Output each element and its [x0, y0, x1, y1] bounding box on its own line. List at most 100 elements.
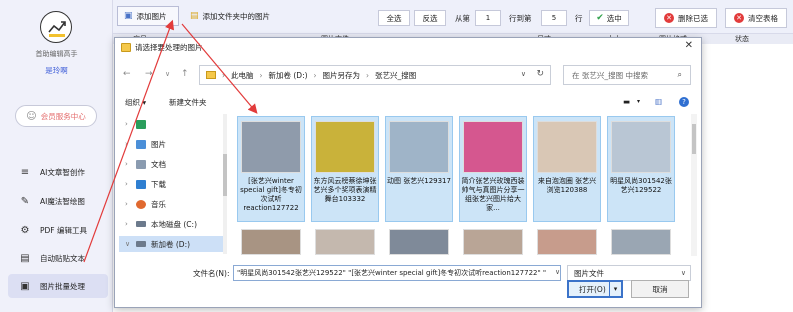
- help-icon[interactable]: ?: [679, 97, 689, 107]
- file-name: [张艺兴winter special gift]冬专初次试听reaction12…: [240, 177, 302, 212]
- organize-menu[interactable]: 组织 ▾: [125, 97, 146, 108]
- open-dropdown-icon[interactable]: ▾: [609, 282, 621, 296]
- chevron-down-icon: ∨: [680, 269, 686, 277]
- tree-item-drive-c[interactable]: › 本地磁盘 (C:): [119, 216, 223, 232]
- image-thumbnail: [389, 121, 449, 173]
- nav-auto-paste[interactable]: ▤ 自动贴贴文本: [18, 250, 85, 266]
- delete-icon: ✕: [664, 13, 674, 23]
- file-item[interactable]: [385, 226, 453, 256]
- chevron-down-icon[interactable]: ∨: [521, 70, 526, 78]
- file-item[interactable]: 动图 张艺兴129317: [385, 116, 453, 222]
- nav-label: 自动贴贴文本: [40, 253, 85, 263]
- nav-ai-draw[interactable]: ✎ AI魔法智绘图: [18, 193, 85, 209]
- forward-icon[interactable]: →: [145, 69, 153, 79]
- address-row: ← → ∨ ↑ › 此电脑 › 新加卷 (D:) › 图片另存为 › 张艺兴_搜…: [115, 63, 701, 87]
- nav-label: AI魔法智绘图: [40, 196, 85, 206]
- nav-pdf-tools[interactable]: ⚙ PDF 编辑工具: [18, 222, 87, 238]
- clear-table-button[interactable]: ✕ 清空表格: [725, 8, 787, 28]
- file-name: 明星风尚301542张艺兴129522: [610, 177, 672, 194]
- navigation-tree: › › 图片 › 文档 › 下载 › 音乐 › 本地磁盘 (C:) ∨ 新加卷 …: [119, 114, 227, 254]
- up-icon[interactable]: ↑: [181, 69, 189, 79]
- from-label: 从第: [455, 14, 470, 23]
- file-type-select[interactable]: 图片文件 ∨: [567, 265, 691, 281]
- tree-item-cloud[interactable]: ›: [119, 116, 223, 132]
- add-folder-images-button[interactable]: ▤ 添加文件夹中的图片: [183, 6, 295, 26]
- file-name-input[interactable]: "明星风尚301542张艺兴129522" "[张艺兴winter specia…: [233, 265, 561, 281]
- preview-pane-icon[interactable]: ▥: [655, 97, 662, 106]
- file-item[interactable]: [459, 226, 527, 256]
- add-image-button[interactable]: ▣ 添加图片: [117, 6, 179, 26]
- image-icon: ▣: [20, 280, 30, 292]
- dialog-title-text: 请选择要处理的图片: [135, 43, 203, 52]
- tree-item-label: 图片: [151, 139, 166, 149]
- view-icon[interactable]: ▬: [623, 97, 630, 106]
- path-segment[interactable]: 张艺兴_搜图: [375, 70, 416, 81]
- nav-image-batch[interactable]: ▣ 图片批量处理: [8, 274, 108, 298]
- image-thumbnail: [537, 121, 597, 173]
- from-row-input[interactable]: 1: [475, 10, 501, 26]
- to-row-input[interactable]: 5: [541, 10, 567, 26]
- delete-selected-button[interactable]: ✕ 删除已选: [655, 8, 717, 28]
- file-item[interactable]: 明星风尚301542张艺兴129522: [607, 116, 675, 222]
- tree-item-drive-d[interactable]: ∨ 新加卷 (D:): [119, 236, 223, 252]
- file-item[interactable]: 来自泡泡圈 张艺兴 浏览120388: [533, 116, 601, 222]
- file-type-value: 图片文件: [574, 268, 604, 278]
- nav-ai-article[interactable]: ≡ AI文章智创作: [18, 164, 85, 180]
- row-label: 行: [575, 14, 583, 23]
- row-to-label: 行到第: [509, 14, 532, 23]
- search-input[interactable]: 在 张艺兴_搜图 中搜索 ⌕: [563, 65, 691, 85]
- pictures-icon: [136, 139, 146, 149]
- back-icon[interactable]: ←: [123, 69, 131, 79]
- cancel-button[interactable]: 取消: [631, 280, 689, 298]
- image-thumbnail: [463, 229, 523, 255]
- add-image-label: 添加图片: [136, 11, 167, 21]
- chevron-down-icon[interactable]: ∨: [555, 268, 560, 276]
- select-all-button[interactable]: 全选: [378, 10, 410, 26]
- tree-item-documents[interactable]: › 文档: [119, 156, 223, 172]
- col-status: 状态: [735, 35, 749, 43]
- file-item[interactable]: [533, 226, 601, 256]
- tree-item-downloads[interactable]: › 下载: [119, 176, 223, 192]
- path-segment[interactable]: 新加卷 (D:): [269, 70, 308, 81]
- refresh-icon[interactable]: ↻: [536, 69, 544, 79]
- add-folder-label: 添加文件夹中的图片: [202, 11, 271, 21]
- tree-item-music[interactable]: › 音乐: [119, 196, 223, 212]
- chevron-right-icon: ›: [125, 160, 128, 168]
- list-icon: ≡: [20, 166, 30, 178]
- file-item[interactable]: 东方风云榜蔡徐坤张艺兴多个奖项表演精舞台103332: [311, 116, 379, 222]
- download-icon: [136, 179, 146, 189]
- delete-label: 删除已选: [678, 13, 708, 23]
- invert-selection-button[interactable]: 反选: [414, 10, 446, 26]
- member-center-label: 会员服务中心: [40, 111, 86, 121]
- history-dropdown-icon[interactable]: ∨: [165, 70, 170, 78]
- new-folder-button[interactable]: 新建文件夹: [169, 97, 207, 108]
- tree-item-pictures[interactable]: › 图片: [119, 136, 223, 152]
- path-separator: ›: [259, 70, 263, 80]
- file-name: 动图 张艺兴129317: [387, 177, 451, 185]
- gear-icon: ⚙: [20, 224, 30, 236]
- tree-scrollbar[interactable]: [223, 114, 227, 254]
- select-label: 选中: [606, 13, 622, 23]
- file-item[interactable]: [607, 226, 675, 256]
- path-segment[interactable]: 图片另存为: [323, 70, 361, 81]
- close-icon[interactable]: ✕: [685, 40, 693, 51]
- check-icon: ✔: [596, 13, 604, 23]
- tree-item-label: 下载: [151, 179, 166, 189]
- toolbar: ▣ 添加图片 ▤ 添加文件夹中的图片 全选 反选 从第 1 行到第 5 行 ✔ …: [113, 0, 793, 34]
- documents-icon: [136, 159, 146, 169]
- member-center-button[interactable]: ☺ 会员服务中心: [15, 105, 97, 127]
- file-item[interactable]: [张艺兴winter special gift]冬专初次试听reaction12…: [237, 116, 305, 222]
- select-range-button[interactable]: ✔ 选中: [589, 10, 629, 26]
- user-name[interactable]: 是玲啊: [0, 65, 113, 76]
- address-bar[interactable]: › 此电脑 › 新加卷 (D:) › 图片另存为 › 张艺兴_搜图 ∨ ↻: [199, 65, 551, 85]
- file-grid: [张艺兴winter special gift]冬专初次试听reaction12…: [233, 114, 691, 256]
- app-name: 首助编辑高手: [35, 50, 78, 58]
- file-grid-scrollbar[interactable]: [691, 114, 697, 256]
- view-dropdown-icon[interactable]: ▾: [637, 98, 640, 105]
- path-segment[interactable]: 此电脑: [231, 70, 254, 81]
- file-item[interactable]: 简介张艺兴玫瑰西装帅气与真图片分享一组张艺兴图片给大家...: [459, 116, 527, 222]
- file-item[interactable]: [237, 226, 305, 256]
- open-button[interactable]: 打开(O) ▾: [567, 280, 623, 298]
- tree-item-label: 音乐: [151, 199, 166, 209]
- file-item[interactable]: [311, 226, 379, 256]
